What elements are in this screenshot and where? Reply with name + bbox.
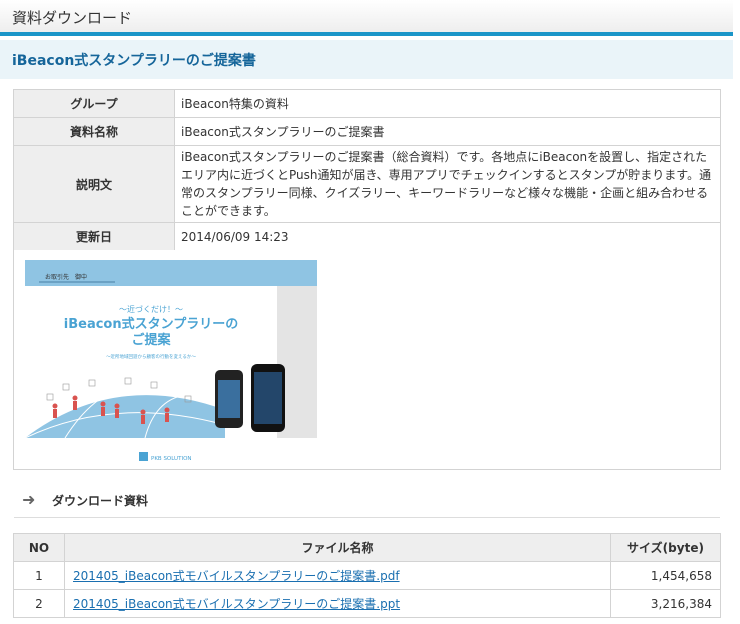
column-header-no: NO bbox=[13, 533, 65, 562]
info-row-description: 説明文 iBeacon式スタンプラリーのご提案書（総合資料）です。各地点にiBe… bbox=[13, 145, 721, 223]
thumb-company: PKB SOLUTION bbox=[151, 456, 192, 462]
row-no: 2 bbox=[13, 589, 65, 618]
arrow-right-icon: ➜ bbox=[22, 490, 36, 509]
file-download-link[interactable]: 201405_iBeacon式モバイルスタンプラリーのご提案書.pdf bbox=[73, 569, 400, 583]
document-title-bar: iBeacon式スタンプラリーのご提案書 bbox=[0, 40, 733, 79]
column-header-size: サイズ(byte) bbox=[610, 533, 721, 562]
thumbnail-container: お取引先 御中 〜近づくだけ！〜 iBeacon式スタンプラリーの ご提案 〜近… bbox=[13, 250, 721, 470]
page-header: 資料ダウンロード bbox=[0, 0, 733, 36]
document-info-table: グループ iBeacon特集の資料 資料名称 iBeacon式スタンプラリーのご… bbox=[13, 89, 721, 251]
info-row-updated: 更新日 2014/06/09 14:23 bbox=[13, 222, 721, 251]
row-size: 1,454,658 bbox=[610, 561, 721, 590]
group-value: iBeacon特集の資料 bbox=[174, 89, 721, 118]
description-value: iBeacon式スタンプラリーのご提案書（総合資料）です。各地点にiBeacon… bbox=[174, 145, 721, 223]
group-label: グループ bbox=[13, 89, 175, 118]
column-header-file-name: ファイル名称 bbox=[64, 533, 611, 562]
table-row: 2 201405_iBeacon式モバイルスタンプラリーのご提案書.ppt 3,… bbox=[13, 589, 721, 618]
download-files-table: NO ファイル名称 サイズ(byte) 1 201405_iBeacon式モバイ… bbox=[13, 533, 721, 618]
section-title: 資料ダウンロード bbox=[12, 9, 133, 27]
document-title: iBeacon式スタンプラリーのご提案書 bbox=[12, 53, 256, 69]
thumb-subtitle: 〜近所地域回遊から顧客の行動を変えるか〜 bbox=[106, 353, 196, 360]
divider bbox=[14, 517, 720, 518]
row-file-cell: 201405_iBeacon式モバイルスタンプラリーのご提案書.ppt bbox=[64, 589, 611, 618]
info-row-group: グループ iBeacon特集の資料 bbox=[13, 89, 721, 118]
thumb-to-line: お取引先 御中 bbox=[45, 273, 87, 281]
table-row: 1 201405_iBeacon式モバイルスタンプラリーのご提案書.pdf 1,… bbox=[13, 561, 721, 590]
thumb-title-line1: iBeacon式スタンプラリーの bbox=[64, 316, 238, 332]
company-logo-icon bbox=[139, 452, 148, 461]
row-size: 3,216,384 bbox=[610, 589, 721, 618]
description-label: 説明文 bbox=[13, 145, 175, 223]
table-header-row: NO ファイル名称 サイズ(byte) bbox=[13, 533, 721, 562]
name-label: 資料名称 bbox=[13, 117, 175, 146]
document-thumbnail[interactable]: お取引先 御中 〜近づくだけ！〜 iBeacon式スタンプラリーの ご提案 〜近… bbox=[25, 260, 317, 468]
updated-label: 更新日 bbox=[13, 222, 175, 251]
info-row-name: 資料名称 iBeacon式スタンプラリーのご提案書 bbox=[13, 117, 721, 146]
download-heading-label: ダウンロード資料 bbox=[52, 494, 149, 508]
name-value: iBeacon式スタンプラリーのご提案書 bbox=[174, 117, 721, 146]
row-no: 1 bbox=[13, 561, 65, 590]
thumbnail-slide-image: お取引先 御中 〜近づくだけ！〜 iBeacon式スタンプラリーの ご提案 〜近… bbox=[25, 260, 317, 468]
thumb-tagline: 〜近づくだけ！〜 bbox=[119, 304, 183, 314]
row-file-cell: 201405_iBeacon式モバイルスタンプラリーのご提案書.pdf bbox=[64, 561, 611, 590]
file-download-link[interactable]: 201405_iBeacon式モバイルスタンプラリーのご提案書.ppt bbox=[73, 597, 400, 611]
thumb-title-line2: ご提案 bbox=[131, 332, 171, 348]
updated-value: 2014/06/09 14:23 bbox=[174, 222, 721, 251]
